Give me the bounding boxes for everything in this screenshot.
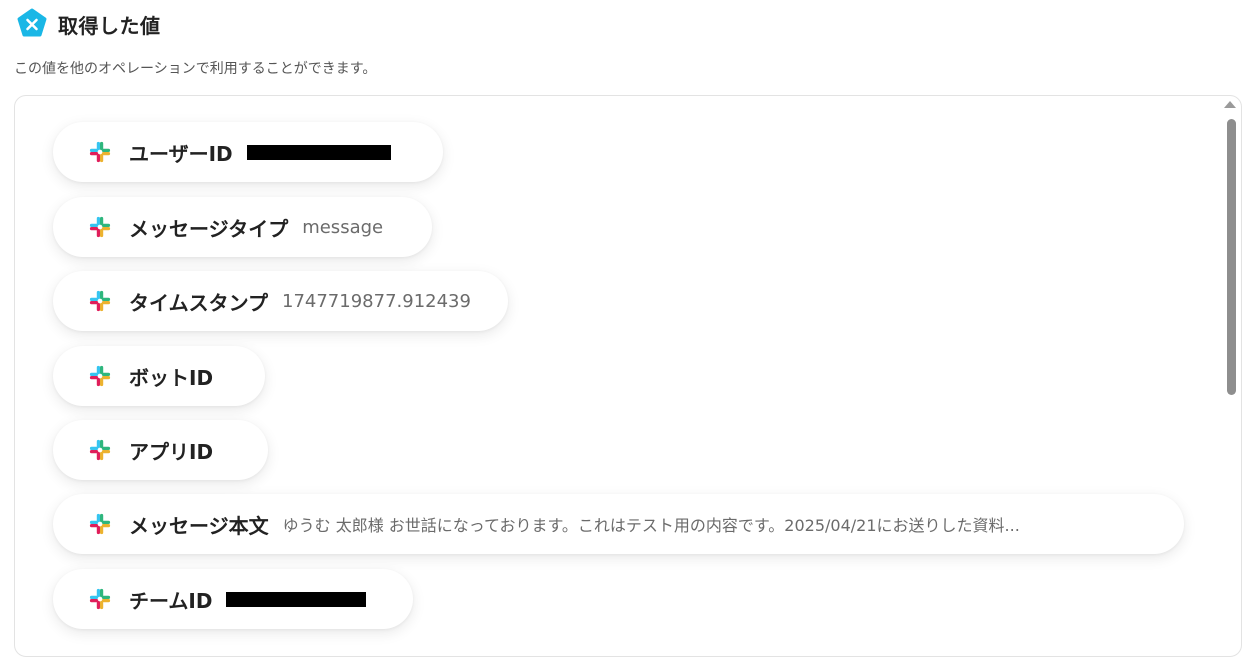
x-variable-icon bbox=[16, 8, 48, 40]
chip-label: チームID bbox=[129, 588, 213, 613]
redacted-value bbox=[246, 144, 391, 160]
chip-label: ユーザーID bbox=[129, 141, 233, 166]
value-chip-timestamp[interactable]: タイムスタンプ 1747719877.912439 bbox=[53, 271, 508, 331]
chip-label: メッセージ本文 bbox=[129, 513, 269, 538]
value-chip-app-id[interactable]: アプリID bbox=[53, 420, 268, 480]
value-chip-message-body[interactable]: メッセージ本文 ゆうむ 太郎様 お世話になっております。これはテスト用の内容です… bbox=[53, 494, 1184, 554]
section-title: 取得した値 bbox=[58, 13, 161, 38]
slack-icon bbox=[89, 439, 111, 461]
slack-icon bbox=[89, 513, 111, 535]
chip-label: アプリID bbox=[129, 439, 214, 464]
value-chip-message-type[interactable]: メッセージタイプ message bbox=[53, 197, 432, 257]
chip-label: ボットID bbox=[129, 365, 214, 390]
slack-icon bbox=[89, 216, 111, 238]
scrollbar[interactable] bbox=[1225, 113, 1238, 637]
scroll-up-arrow[interactable] bbox=[1224, 101, 1236, 108]
section-header: 取得した値 bbox=[16, 8, 161, 40]
redacted-value bbox=[226, 591, 367, 607]
section-description: この値を他のオペレーションで利用することができます。 bbox=[14, 61, 377, 77]
value-chip-team-id[interactable]: チームID bbox=[53, 569, 413, 629]
value-chip-user-id[interactable]: ユーザーID bbox=[53, 122, 443, 182]
chip-value: ゆうむ 太郎様 お世話になっております。これはテスト用の内容です。2025/04… bbox=[282, 516, 1020, 535]
slack-icon bbox=[89, 365, 111, 387]
scrollbar-thumb[interactable] bbox=[1227, 119, 1236, 395]
slack-icon bbox=[89, 290, 111, 312]
chip-label: タイムスタンプ bbox=[129, 290, 268, 315]
slack-icon bbox=[89, 141, 111, 163]
value-chip-bot-id[interactable]: ボットID bbox=[53, 346, 265, 406]
chip-value: 1747719877.912439 bbox=[282, 290, 471, 312]
chip-value: message bbox=[302, 216, 384, 238]
chip-label: メッセージタイプ bbox=[129, 216, 289, 241]
slack-icon bbox=[89, 588, 111, 610]
